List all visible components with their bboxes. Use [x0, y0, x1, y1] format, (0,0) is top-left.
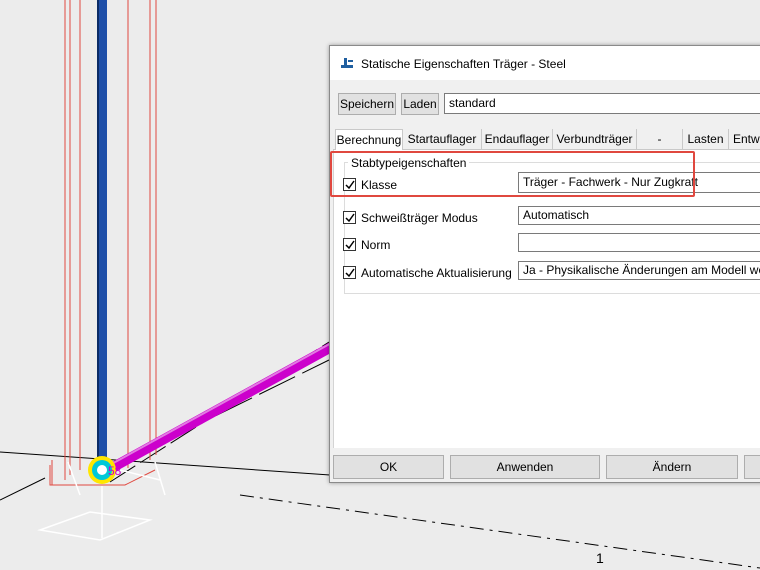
- aktualisierung-field[interactable]: Ja - Physikalische Änderungen am Modell …: [518, 261, 760, 280]
- check-icon: [345, 240, 355, 250]
- aktualisierung-checkbox[interactable]: [343, 266, 356, 279]
- tab-entwurf[interactable]: Entwu: [729, 129, 760, 149]
- modify-button[interactable]: Ändern: [606, 455, 738, 479]
- tab-berechnung[interactable]: Berechnung: [335, 129, 403, 150]
- node-label: 58: [108, 464, 122, 478]
- tab-endauflager[interactable]: Endauflager: [482, 129, 553, 149]
- check-icon: [345, 213, 355, 223]
- properties-dialog: Statische Eigenschaften Träger - Steel S…: [329, 45, 760, 483]
- norm-checkbox[interactable]: [343, 238, 356, 251]
- tab-bar: Berechnung Startauflager Endauflager Ver…: [333, 129, 760, 150]
- tab-verbundtraeger[interactable]: Verbundträger: [553, 129, 637, 149]
- norm-label: Norm: [361, 238, 391, 252]
- schweisstraeger-field[interactable]: Automatisch: [518, 206, 760, 225]
- apply-button[interactable]: Anwenden: [450, 455, 600, 479]
- preset-input[interactable]: standard: [444, 93, 760, 114]
- save-button[interactable]: Speichern: [338, 93, 396, 115]
- axis-label: 1: [596, 550, 604, 566]
- schweisstraeger-checkbox[interactable]: [343, 211, 356, 224]
- aktualisierung-label: Automatische Aktualisierung: [361, 266, 512, 280]
- schweisstraeger-label: Schweißträger Modus: [361, 211, 478, 225]
- extra-button[interactable]: [744, 455, 760, 479]
- tab-lasten[interactable]: Lasten: [683, 129, 729, 149]
- dialog-titlebar: Statische Eigenschaften Träger - Steel: [330, 46, 760, 80]
- norm-field[interactable]: [518, 233, 760, 252]
- app-icon: [341, 58, 353, 68]
- highlight-box: [330, 151, 695, 197]
- ok-button[interactable]: OK: [333, 455, 444, 479]
- load-button[interactable]: Laden: [401, 93, 439, 115]
- tab-startauflager[interactable]: Startauflager: [403, 129, 482, 149]
- check-icon: [345, 268, 355, 278]
- tab-dash[interactable]: -: [637, 129, 683, 149]
- dialog-title: Statische Eigenschaften Träger - Steel: [361, 57, 566, 71]
